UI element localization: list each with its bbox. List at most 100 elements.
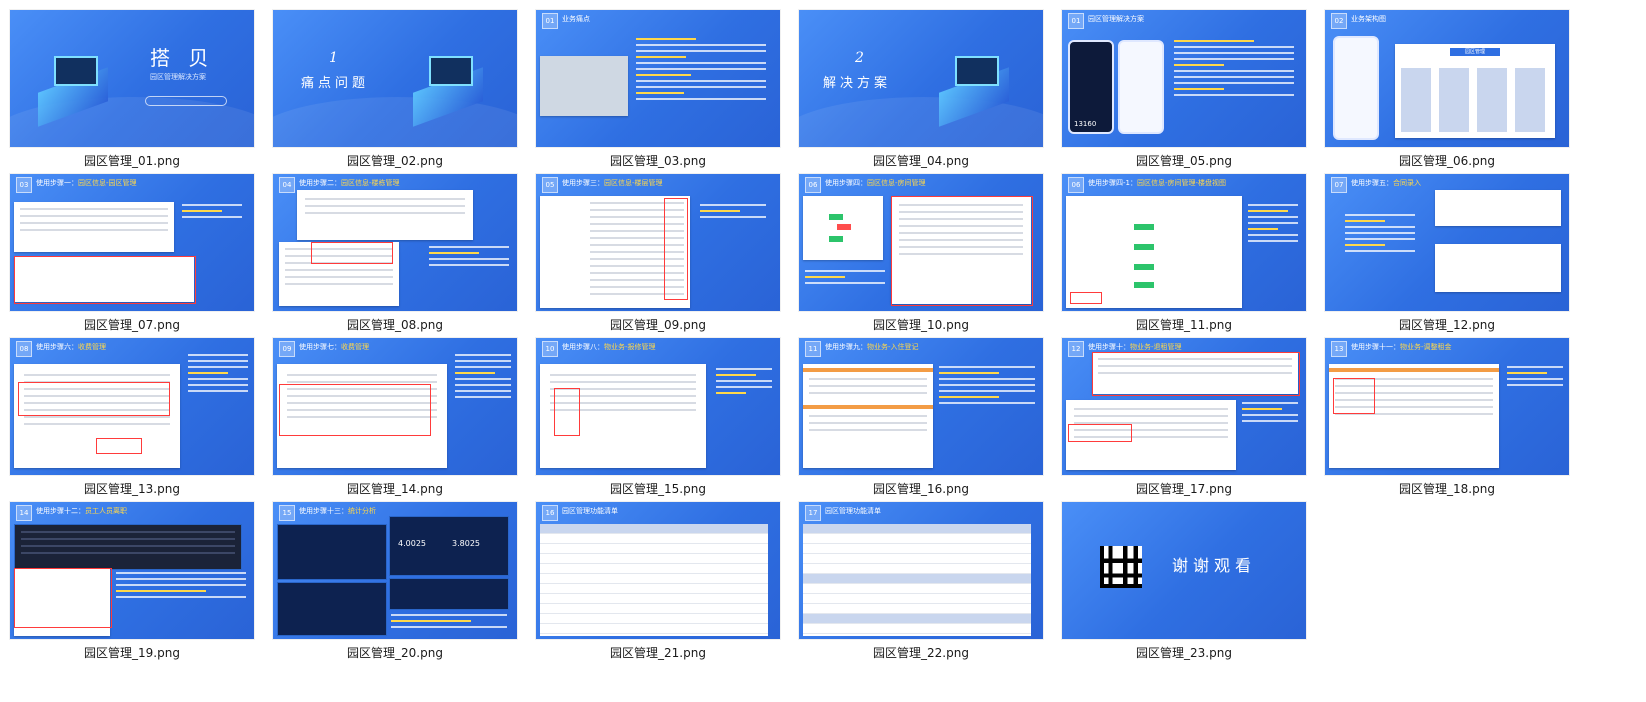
slide-title: 解决方案	[823, 76, 892, 91]
file-tile[interactable]: 04 使用步骤二：园区信息-楼栋管理 园区管理_08.png	[273, 174, 517, 334]
slide-number-badge: 07	[1331, 177, 1347, 193]
file-tile[interactable]: 03 使用步骤一：园区信息-园区管理 园区管理_07.png	[10, 174, 254, 334]
file-tile[interactable]: 07 使用步骤五：合同录入 园区管理_12.png	[1325, 174, 1569, 334]
slide-title: 搭 贝	[150, 46, 215, 70]
file-tile[interactable]: 09 使用步骤七：收费管理 园区管理_14.png	[273, 338, 517, 498]
slide-number-badge: 06	[805, 177, 821, 193]
stat-value: 4.0025	[398, 539, 426, 548]
slide-heading: 业务痛点	[562, 15, 590, 23]
file-tile[interactable]: 05 使用步骤三：园区信息-楼层管理 园区管理_09.png	[536, 174, 780, 334]
slide-heading: 使用步骤一：园区信息-园区管理	[36, 179, 137, 187]
highlight-box	[279, 384, 431, 436]
thumbnail-image[interactable]: 03 使用步骤一：园区信息-园区管理	[10, 174, 254, 311]
thumbnail-image[interactable]: 10 使用步骤八：物业务-报修管理	[536, 338, 780, 475]
slide-number-badge: 10	[542, 341, 558, 357]
file-tile[interactable]: 10 使用步骤八：物业务-报修管理 园区管理_15.png	[536, 338, 780, 498]
file-name-label: 园区管理_10.png	[873, 318, 969, 332]
slide-heading: 使用步骤六：收费管理	[36, 343, 106, 351]
computer-illustration-icon	[929, 50, 1019, 127]
file-name-label: 园区管理_18.png	[1399, 482, 1495, 496]
slide-heading: 使用步骤十：物业务-退租管理	[1088, 343, 1182, 351]
slide-number-badge: 03	[16, 177, 32, 193]
thumbnail-image[interactable]: 08 使用步骤六：收费管理	[10, 338, 254, 475]
file-name-label: 园区管理_16.png	[873, 482, 969, 496]
slide-number-badge: 11	[805, 341, 821, 357]
thumbnail-image[interactable]: 2 解决方案	[799, 10, 1043, 147]
file-tile[interactable]: 06 使用步骤四：园区信息-房间管理 园区管理_10.png	[799, 174, 1043, 334]
highlight-box	[18, 382, 170, 416]
slide-number-badge: 09	[279, 341, 295, 357]
file-tile[interactable]: 2 解决方案 园区管理_04.png	[799, 10, 1043, 170]
slide-number-badge: 12	[1068, 341, 1084, 357]
slide-heading: 使用步骤九：物业务-入住登记	[825, 343, 919, 351]
file-name-label: 园区管理_12.png	[1399, 318, 1495, 332]
phone-mockup	[1118, 40, 1164, 134]
file-tile[interactable]: 01 业务痛点 园区管理_03.png	[536, 10, 780, 170]
slide-number-badge: 04	[279, 177, 295, 193]
slide-number-badge: 13	[1331, 341, 1347, 357]
file-name-label: 园区管理_07.png	[84, 318, 180, 332]
thumbnail-image[interactable]: 16 园区管理功能清单	[536, 502, 780, 639]
file-tile[interactable]: 搭 贝 园区管理解决方案 园区管理_01.png	[10, 10, 254, 170]
highlight-box	[311, 242, 393, 264]
slide-heading: 使用步骤十三：统计分析	[299, 507, 376, 515]
file-tile[interactable]: 13 使用步骤十一：物业务-调整租金 园区管理_18.png	[1325, 338, 1569, 498]
file-name-label: 园区管理_05.png	[1136, 154, 1232, 168]
file-tile[interactable]: 16 园区管理功能清单 园区管理_21.png	[536, 502, 780, 662]
file-tile[interactable]: 11 使用步骤九：物业务-入住登记 园区管理_16.png	[799, 338, 1043, 498]
thumbnail-image[interactable]: 02 业务架构图 园区管理	[1325, 10, 1569, 147]
thumbnail-image[interactable]: 01 园区管理解决方案 13160	[1062, 10, 1306, 147]
thumbnail-image[interactable]: 07 使用步骤五：合同录入	[1325, 174, 1569, 311]
slide-number-badge: 01	[1068, 13, 1084, 29]
thumbnail-image[interactable]: 11 使用步骤九：物业务-入住登记	[799, 338, 1043, 475]
file-tile[interactable]: 15 使用步骤十三：统计分析 4.0025 3.8025 园区管理_20.png	[273, 502, 517, 662]
file-tile[interactable]: 14 使用步骤十二：员工人员离职 园区管理_19.png	[10, 502, 254, 662]
thumbnail-image[interactable]: 17 园区管理功能清单	[799, 502, 1043, 639]
file-name-label: 园区管理_20.png	[347, 646, 443, 660]
thumbnail-image[interactable]: 14 使用步骤十二：员工人员离职	[10, 502, 254, 639]
section-number: 1	[329, 50, 344, 66]
slide-number-badge: 02	[1331, 13, 1347, 29]
thumbnail-image[interactable]: 12 使用步骤十：物业务-退租管理	[1062, 338, 1306, 475]
file-tile[interactable]: 12 使用步骤十：物业务-退租管理 园区管理_17.png	[1062, 338, 1306, 498]
thumbnail-image[interactable]: 04 使用步骤二：园区信息-楼栋管理	[273, 174, 517, 311]
thumbnail-image[interactable]: 06 使用步骤四：园区信息-房间管理	[799, 174, 1043, 311]
architecture-diagram: 园区管理	[1395, 44, 1555, 138]
thumbnail-image[interactable]: 05 使用步骤三：园区信息-楼层管理	[536, 174, 780, 311]
diagram-root-box: 园区管理	[1450, 48, 1500, 56]
highlight-box	[664, 198, 688, 300]
slide-number-badge: 08	[16, 341, 32, 357]
slide-heading: 使用步骤七：收费管理	[299, 343, 369, 351]
thumbnail-image[interactable]: 06 使用步骤四-1：园区信息-房间管理-楼盘视图	[1062, 174, 1306, 311]
thumbnail-image[interactable]: 09 使用步骤七：收费管理	[273, 338, 517, 475]
thumbnail-image[interactable]: 搭 贝 园区管理解决方案	[10, 10, 254, 147]
file-name-label: 园区管理_08.png	[347, 318, 443, 332]
slide-heading: 园区管理功能清单	[825, 507, 881, 515]
slide-number-badge: 05	[542, 177, 558, 193]
highlight-box	[14, 568, 112, 628]
thumbnail-image[interactable]: 13 使用步骤十一：物业务-调整租金	[1325, 338, 1569, 475]
file-tile[interactable]: 02 业务架构图 园区管理 园区管理_06.png	[1325, 10, 1569, 170]
file-tile[interactable]: 1 痛点问题 园区管理_02.png	[273, 10, 517, 170]
file-tile[interactable]: 06 使用步骤四-1：园区信息-房间管理-楼盘视图 园区管理_11.png	[1062, 174, 1306, 334]
file-name-label: 园区管理_11.png	[1136, 318, 1232, 332]
qr-code-icon	[1100, 546, 1142, 588]
thumbnail-image[interactable]: 01 业务痛点	[536, 10, 780, 147]
file-name-label: 园区管理_02.png	[347, 154, 443, 168]
thumbnail-image[interactable]: 1 痛点问题	[273, 10, 517, 147]
file-tile[interactable]: 17 园区管理功能清单 园区管理_22.png	[799, 502, 1043, 662]
file-name-label: 园区管理_04.png	[873, 154, 969, 168]
file-tile[interactable]: 谢谢观看 园区管理_23.png	[1062, 502, 1306, 662]
file-name-label: 园区管理_13.png	[84, 482, 180, 496]
file-name-label: 园区管理_23.png	[1136, 646, 1232, 660]
slide-title: 痛点问题	[301, 76, 370, 91]
slide-number-badge: 15	[279, 505, 295, 521]
computer-illustration-icon	[28, 50, 118, 127]
stat-value: 3.8025	[452, 539, 480, 548]
feature-table	[803, 524, 1031, 636]
thumbnail-image[interactable]: 15 使用步骤十三：统计分析 4.0025 3.8025	[273, 502, 517, 639]
file-tile[interactable]: 01 园区管理解决方案 13160 园区管理_05.png	[1062, 10, 1306, 170]
file-name-label: 园区管理_03.png	[610, 154, 706, 168]
file-tile[interactable]: 08 使用步骤六：收费管理 园区管理_13.png	[10, 338, 254, 498]
thumbnail-image[interactable]: 谢谢观看	[1062, 502, 1306, 639]
